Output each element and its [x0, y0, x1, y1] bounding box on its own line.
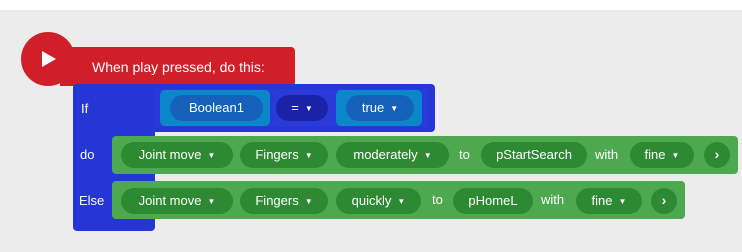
do-precision-dropdown[interactable]: fine ▼	[630, 142, 694, 168]
chevron-right-icon: ›	[661, 192, 667, 208]
operator-dropdown[interactable]: = ▼	[276, 95, 328, 121]
else-part-dropdown[interactable]: Fingers ▼	[240, 188, 328, 214]
dropdown-arrow-icon: ▼	[207, 151, 216, 160]
do-target-field[interactable]: pStartSearch	[481, 142, 587, 168]
dropdown-arrow-icon: ▼	[304, 151, 313, 160]
else-label: Else	[79, 193, 105, 208]
boolean-value-dropdown[interactable]: true ▼	[346, 95, 414, 121]
do-with-label: with	[595, 147, 619, 162]
if-label: If	[81, 101, 89, 116]
else-precision-dropdown[interactable]: fine ▼	[576, 188, 642, 214]
boolean-variable-field[interactable]: Boolean1	[170, 95, 263, 121]
else-expand-button[interactable]: ›	[651, 188, 677, 214]
dropdown-arrow-icon: ▼	[671, 151, 680, 160]
else-to-label: to	[432, 192, 443, 207]
do-part-dropdown[interactable]: Fingers ▼	[240, 142, 328, 168]
dropdown-arrow-icon: ▼	[423, 151, 432, 160]
else-move-type-dropdown[interactable]: Joint move ▼	[121, 188, 233, 214]
do-label: do	[80, 147, 95, 162]
play-button[interactable]	[21, 32, 75, 86]
do-expand-button[interactable]: ›	[704, 142, 730, 168]
hat-label: When play pressed, do this:	[92, 59, 265, 75]
do-move-type-dropdown[interactable]: Joint move ▼	[121, 142, 233, 168]
else-with-label: with	[541, 192, 565, 207]
dropdown-arrow-icon: ▼	[304, 197, 313, 206]
dropdown-arrow-icon: ▼	[390, 104, 399, 113]
play-icon	[42, 51, 56, 67]
else-speed-dropdown[interactable]: quickly ▼	[336, 188, 421, 214]
dropdown-arrow-icon: ▼	[397, 197, 406, 206]
dropdown-arrow-icon: ▼	[618, 197, 627, 206]
dropdown-arrow-icon: ▼	[207, 197, 216, 206]
dropdown-arrow-icon: ▼	[304, 104, 313, 113]
do-speed-dropdown[interactable]: moderately ▼	[336, 142, 449, 168]
chevron-right-icon: ›	[714, 146, 720, 162]
else-target-field[interactable]: pHomeL	[453, 188, 533, 214]
do-to-label: to	[459, 147, 470, 162]
